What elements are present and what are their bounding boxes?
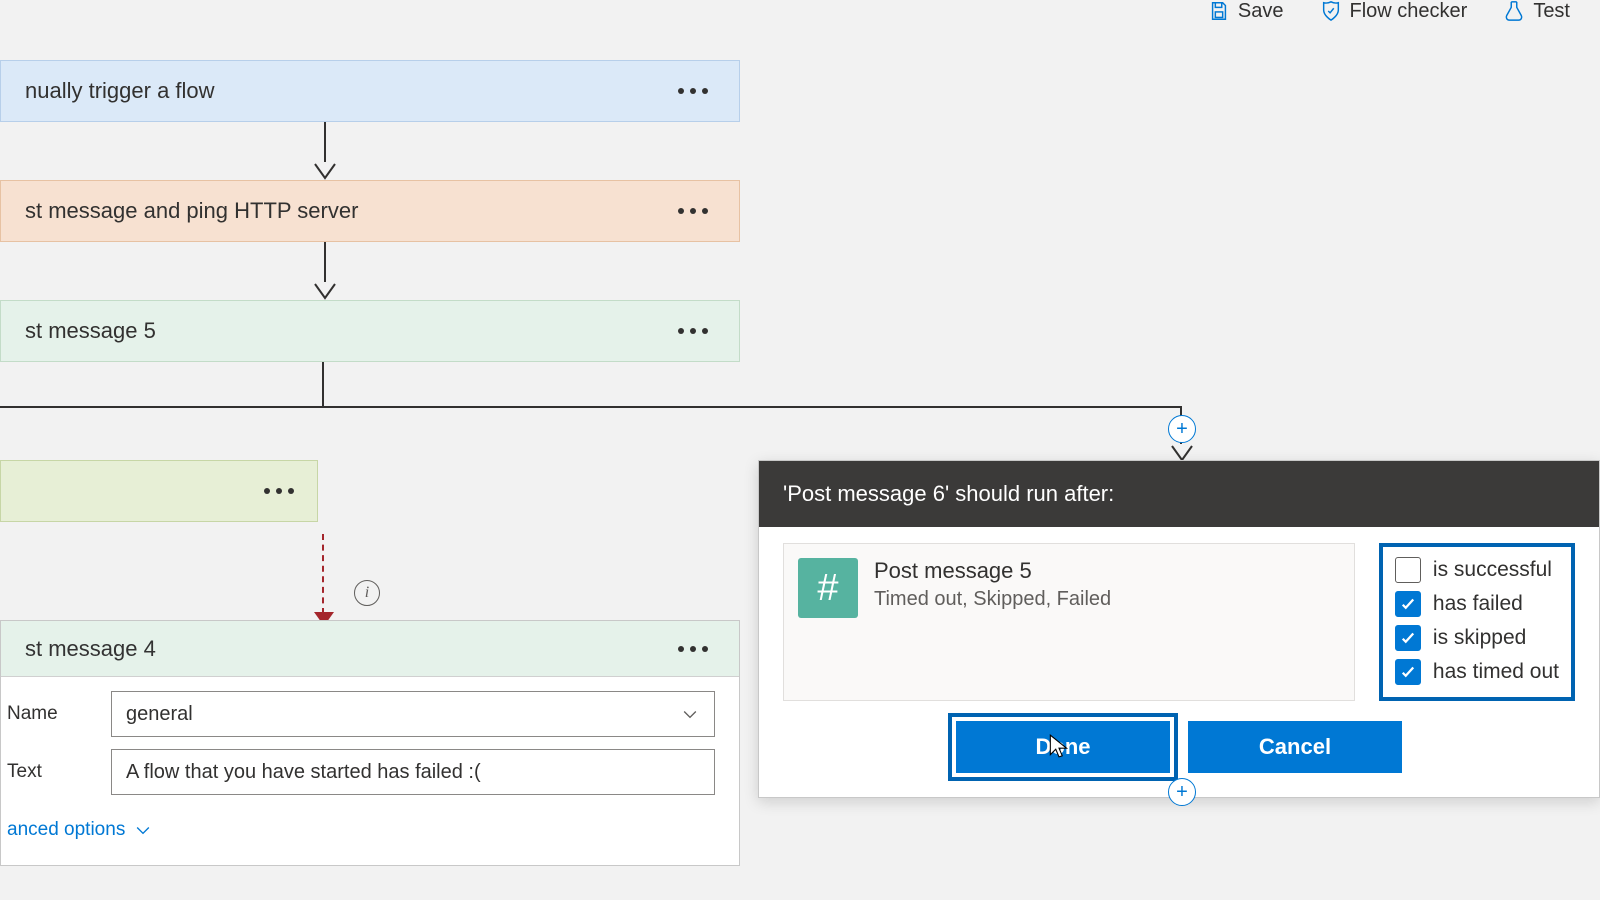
- flow-checker-label: Flow checker: [1350, 0, 1468, 23]
- message-text-input[interactable]: A flow that you have started has failed …: [111, 749, 715, 795]
- ellipsis-icon: [264, 488, 294, 494]
- run-after-conditions: is successful has failed is skipped has …: [1379, 543, 1575, 701]
- ping-node-title: st message and ping HTTP server: [25, 198, 671, 224]
- post-message-5-title: st message 5: [25, 318, 671, 344]
- done-button[interactable]: Done: [956, 721, 1170, 773]
- checkbox-icon: [1395, 557, 1421, 583]
- save-icon: [1208, 0, 1230, 22]
- test-label: Test: [1533, 0, 1570, 23]
- branch-scope-node[interactable]: [0, 460, 318, 522]
- advanced-options-toggle[interactable]: anced options: [1, 807, 715, 851]
- test-button[interactable]: Test: [1503, 0, 1570, 23]
- channel-name-value: general: [126, 703, 193, 726]
- condition-is-skipped[interactable]: is skipped: [1395, 621, 1559, 655]
- slack-hash-icon: #: [798, 558, 858, 618]
- channel-name-select[interactable]: general: [111, 691, 715, 737]
- trigger-node-title: nually trigger a flow: [25, 78, 671, 104]
- run-after-info-icon[interactable]: i: [354, 580, 380, 606]
- condition-label: has failed: [1433, 592, 1523, 616]
- trigger-node[interactable]: nually trigger a flow: [0, 60, 740, 122]
- post-message-4-menu-button[interactable]: [671, 635, 715, 663]
- condition-label: is skipped: [1433, 626, 1526, 650]
- predecessor-card[interactable]: # Post message 5 Timed out, Skipped, Fai…: [783, 543, 1355, 701]
- channel-name-label: Name: [1, 703, 111, 725]
- connector-line: [0, 406, 1182, 408]
- configure-run-after-dialog: 'Post message 6' should run after: # Pos…: [758, 460, 1600, 798]
- predecessor-status: Timed out, Skipped, Failed: [874, 588, 1111, 611]
- test-icon: [1503, 0, 1525, 22]
- trigger-node-menu-button[interactable]: [671, 77, 715, 105]
- add-step-button[interactable]: +: [1168, 778, 1196, 806]
- ellipsis-icon: [678, 208, 708, 214]
- post-message-4-card: st message 4 Name general Text A flow th…: [0, 620, 740, 866]
- connector-arrow: [313, 242, 337, 300]
- run-after-failure-connector: [322, 534, 324, 614]
- ellipsis-icon: [678, 88, 708, 94]
- checkbox-checked-icon: [1395, 591, 1421, 617]
- ellipsis-icon: [678, 328, 708, 334]
- dialog-title: 'Post message 6' should run after:: [759, 461, 1599, 527]
- ellipsis-icon: [678, 646, 708, 652]
- chevron-down-icon: [680, 704, 700, 724]
- predecessor-name: Post message 5: [874, 558, 1111, 584]
- condition-has-timed-out[interactable]: has timed out: [1395, 655, 1559, 689]
- add-step-button[interactable]: +: [1168, 415, 1196, 443]
- post-message-5-node[interactable]: st message 5: [0, 300, 740, 362]
- connector-arrow: [313, 122, 337, 180]
- post-message-5-menu-button[interactable]: [671, 317, 715, 345]
- condition-is-successful[interactable]: is successful: [1395, 553, 1559, 587]
- message-text-label: Text: [1, 761, 111, 783]
- condition-has-failed[interactable]: has failed: [1395, 587, 1559, 621]
- message-text-value: A flow that you have started has failed …: [126, 761, 481, 784]
- condition-label: is successful: [1433, 558, 1552, 582]
- checkbox-checked-icon: [1395, 625, 1421, 651]
- cancel-button[interactable]: Cancel: [1188, 721, 1402, 773]
- checkbox-checked-icon: [1395, 659, 1421, 685]
- save-button[interactable]: Save: [1208, 0, 1284, 23]
- branch-scope-menu-button[interactable]: [257, 477, 301, 505]
- ping-node-menu-button[interactable]: [671, 197, 715, 225]
- post-message-4-title: st message 4: [25, 636, 671, 662]
- flow-checker-button[interactable]: Flow checker: [1320, 0, 1468, 23]
- flow-checker-icon: [1320, 0, 1342, 22]
- condition-label: has timed out: [1433, 660, 1559, 684]
- post-message-4-header[interactable]: st message 4: [1, 621, 739, 677]
- advanced-options-label: anced options: [7, 819, 125, 841]
- chevron-down-icon: [133, 820, 153, 840]
- save-label: Save: [1238, 0, 1284, 23]
- connector-line: [322, 362, 324, 408]
- ping-node[interactable]: st message and ping HTTP server: [0, 180, 740, 242]
